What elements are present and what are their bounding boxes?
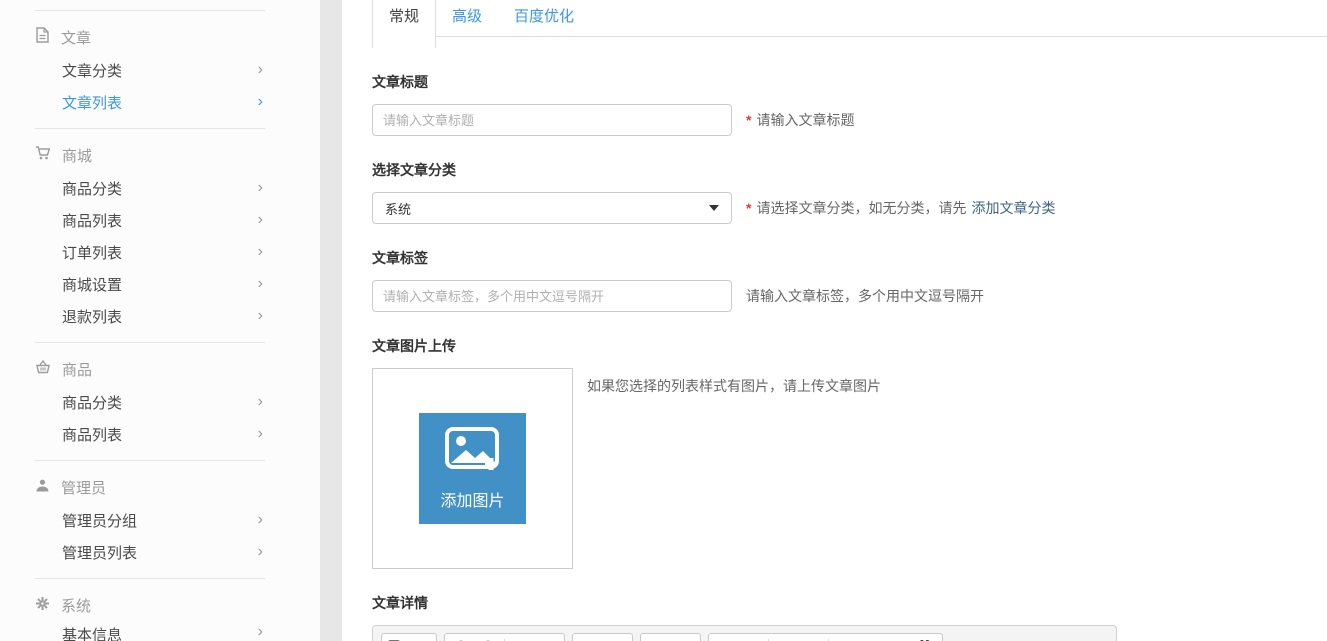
sidebar-item-order-list[interactable]: 订单列表 ›: [35, 236, 265, 268]
required-mark: *: [746, 112, 751, 128]
article-title-label: 文章标题: [372, 72, 1327, 92]
sidebar-item-goods-category[interactable]: 商品分类 ›: [35, 172, 265, 204]
ordered-list-button[interactable]: 12: [714, 636, 736, 641]
paste-from-word-button[interactable]: W: [477, 636, 499, 641]
category-select[interactable]: 系统: [372, 192, 732, 224]
sidebar-item-refund-list[interactable]: 退款列表 ›: [35, 300, 265, 332]
sidebar-item-product-category[interactable]: 商品分类 ›: [35, 386, 265, 418]
sidebar-section-title: 管理员: [61, 477, 106, 498]
article-tags-label: 文章标签: [372, 248, 1327, 268]
align-left-button[interactable]: [834, 636, 856, 641]
chevron-right-icon: ›: [258, 426, 265, 442]
sidebar-section-title: 商品: [62, 359, 92, 380]
article-image-note: 如果您选择的列表样式有图片，请上传文章图片: [587, 376, 881, 396]
chevron-right-icon: ›: [258, 212, 265, 228]
field-article-title: 文章标题 * 请输入文章标题: [372, 72, 1327, 136]
editor-toolbar-row-1: 源码 T W: [381, 633, 1108, 641]
sidebar-header-admin: 管理员: [35, 476, 265, 498]
sidebar-section-title: 文章: [61, 27, 91, 48]
article-title-note: * 请输入文章标题: [746, 110, 854, 130]
article-image-label: 文章图片上传: [372, 336, 1327, 356]
decrease-indent-button[interactable]: [774, 636, 796, 641]
user-icon: [35, 478, 50, 497]
add-image-button-label: 添加图片: [440, 487, 504, 511]
category-select-value: 系统: [385, 199, 411, 218]
article-tags-input[interactable]: [372, 280, 732, 312]
chevron-right-icon: ›: [258, 512, 265, 528]
sidebar-item-goods-list[interactable]: 商品列表 ›: [35, 204, 265, 236]
tab-bar: 常规 高级 百度优化: [372, 0, 1327, 48]
align-right-button[interactable]: [888, 636, 910, 641]
source-code-button[interactable]: 源码: [387, 636, 431, 641]
sidebar-section-product: 商品 商品分类 › 商品列表 ›: [35, 342, 265, 460]
sidebar-item-admin-group[interactable]: 管理员分组 ›: [35, 504, 265, 536]
bulleted-list-button[interactable]: [741, 636, 763, 641]
field-article-image: 文章图片上传 添加图片: [372, 336, 1327, 569]
field-article-content: 文章详情 源码 T: [372, 593, 1327, 641]
article-title-input[interactable]: [372, 104, 732, 136]
insert-table-button[interactable]: [673, 636, 695, 641]
sidebar-section-title: 系统: [61, 595, 91, 616]
sidebar-section-articles: 文章 文章分类 › 文章列表 ›: [35, 10, 265, 128]
increase-indent-button[interactable]: [801, 636, 823, 641]
document-icon: [35, 27, 50, 47]
chevron-right-icon: ›: [258, 624, 265, 640]
unlink-button[interactable]: [605, 636, 627, 641]
chevron-right-icon: ›: [258, 180, 265, 196]
article-content-label: 文章详情: [372, 593, 1327, 613]
chevron-right-icon: ›: [258, 94, 265, 110]
field-article-category: 选择文章分类 系统 * 请选择文章分类，如无分类，请先 添加文章分类: [372, 160, 1327, 224]
redo-button[interactable]: [537, 636, 559, 641]
align-center-button[interactable]: [861, 636, 883, 641]
undo-button[interactable]: [510, 636, 532, 641]
select-caret-icon: [709, 205, 719, 211]
gear-icon: [35, 596, 50, 615]
chevron-right-icon: ›: [258, 544, 265, 560]
insert-image-button[interactable]: [646, 636, 668, 641]
field-article-tags: 文章标签 请输入文章标签，多个用中文逗号隔开: [372, 248, 1327, 312]
tab-baidu-seo[interactable]: 百度优化: [498, 0, 590, 30]
sidebar-item-product-list[interactable]: 商品列表 ›: [35, 418, 265, 450]
chevron-right-icon: ›: [258, 276, 265, 292]
sidebar-item-mall-settings[interactable]: 商城设置 ›: [35, 268, 265, 300]
sidebar-item-article-list[interactable]: 文章列表 ›: [35, 86, 265, 118]
sidebar-header-product: 商品: [35, 358, 265, 380]
add-image-icon: [444, 426, 502, 477]
sidebar-item-article-category[interactable]: 文章分类 ›: [35, 54, 265, 86]
article-category-note: * 请选择文章分类，如无分类，请先 添加文章分类: [746, 198, 1055, 218]
sidebar-item-admin-list[interactable]: 管理员列表 ›: [35, 536, 265, 568]
chevron-right-icon: ›: [258, 394, 265, 410]
article-category-label: 选择文章分类: [372, 160, 1327, 180]
sidebar-section-title: 商城: [62, 145, 92, 166]
sidebar-header-articles: 文章: [35, 26, 265, 48]
image-upload-dropzone[interactable]: 添加图片: [372, 368, 573, 569]
sidebar-section-system: 系统 基本信息 ›: [35, 578, 265, 641]
chevron-right-icon: ›: [258, 244, 265, 260]
app-window: 文章 文章分类 › 文章列表 › 商城 商品分类 ›: [0, 0, 1327, 641]
sidebar-section-admin: 管理员 管理员分组 › 管理员列表 ›: [35, 460, 265, 578]
required-mark: *: [746, 200, 751, 216]
sidebar-header-mall: 商城: [35, 144, 265, 166]
sidebar-section-mall: 商城 商品分类 › 商品列表 › 订单列表 › 商城设置 › 退款列表 ›: [35, 128, 265, 342]
paste-as-text-button[interactable]: T: [450, 636, 472, 641]
chevron-right-icon: ›: [258, 308, 265, 324]
sidebar: 文章 文章分类 › 文章列表 › 商城 商品分类 ›: [0, 0, 320, 641]
rich-text-editor: 源码 T W: [372, 625, 1117, 641]
add-image-button[interactable]: 添加图片: [419, 413, 526, 524]
article-tags-note: 请输入文章标签，多个用中文逗号隔开: [746, 286, 984, 306]
chevron-right-icon: ›: [258, 62, 265, 78]
sidebar-header-system: 系统: [35, 594, 265, 616]
cart-icon: [35, 145, 51, 165]
add-category-link[interactable]: 添加文章分类: [971, 198, 1055, 218]
tab-general[interactable]: 常规: [372, 0, 436, 48]
basket-icon: [35, 359, 51, 379]
blockquote-button[interactable]: ”: [915, 636, 937, 641]
main-content: 常规 高级 百度优化 文章标题 * 请输入文章标题 选择文章分类 系统: [342, 0, 1327, 641]
link-button[interactable]: [578, 636, 600, 641]
sidebar-content-gutter: [320, 0, 342, 641]
tab-advanced[interactable]: 高级: [436, 0, 498, 30]
sidebar-item-basic-info[interactable]: 基本信息 ›: [35, 622, 265, 641]
